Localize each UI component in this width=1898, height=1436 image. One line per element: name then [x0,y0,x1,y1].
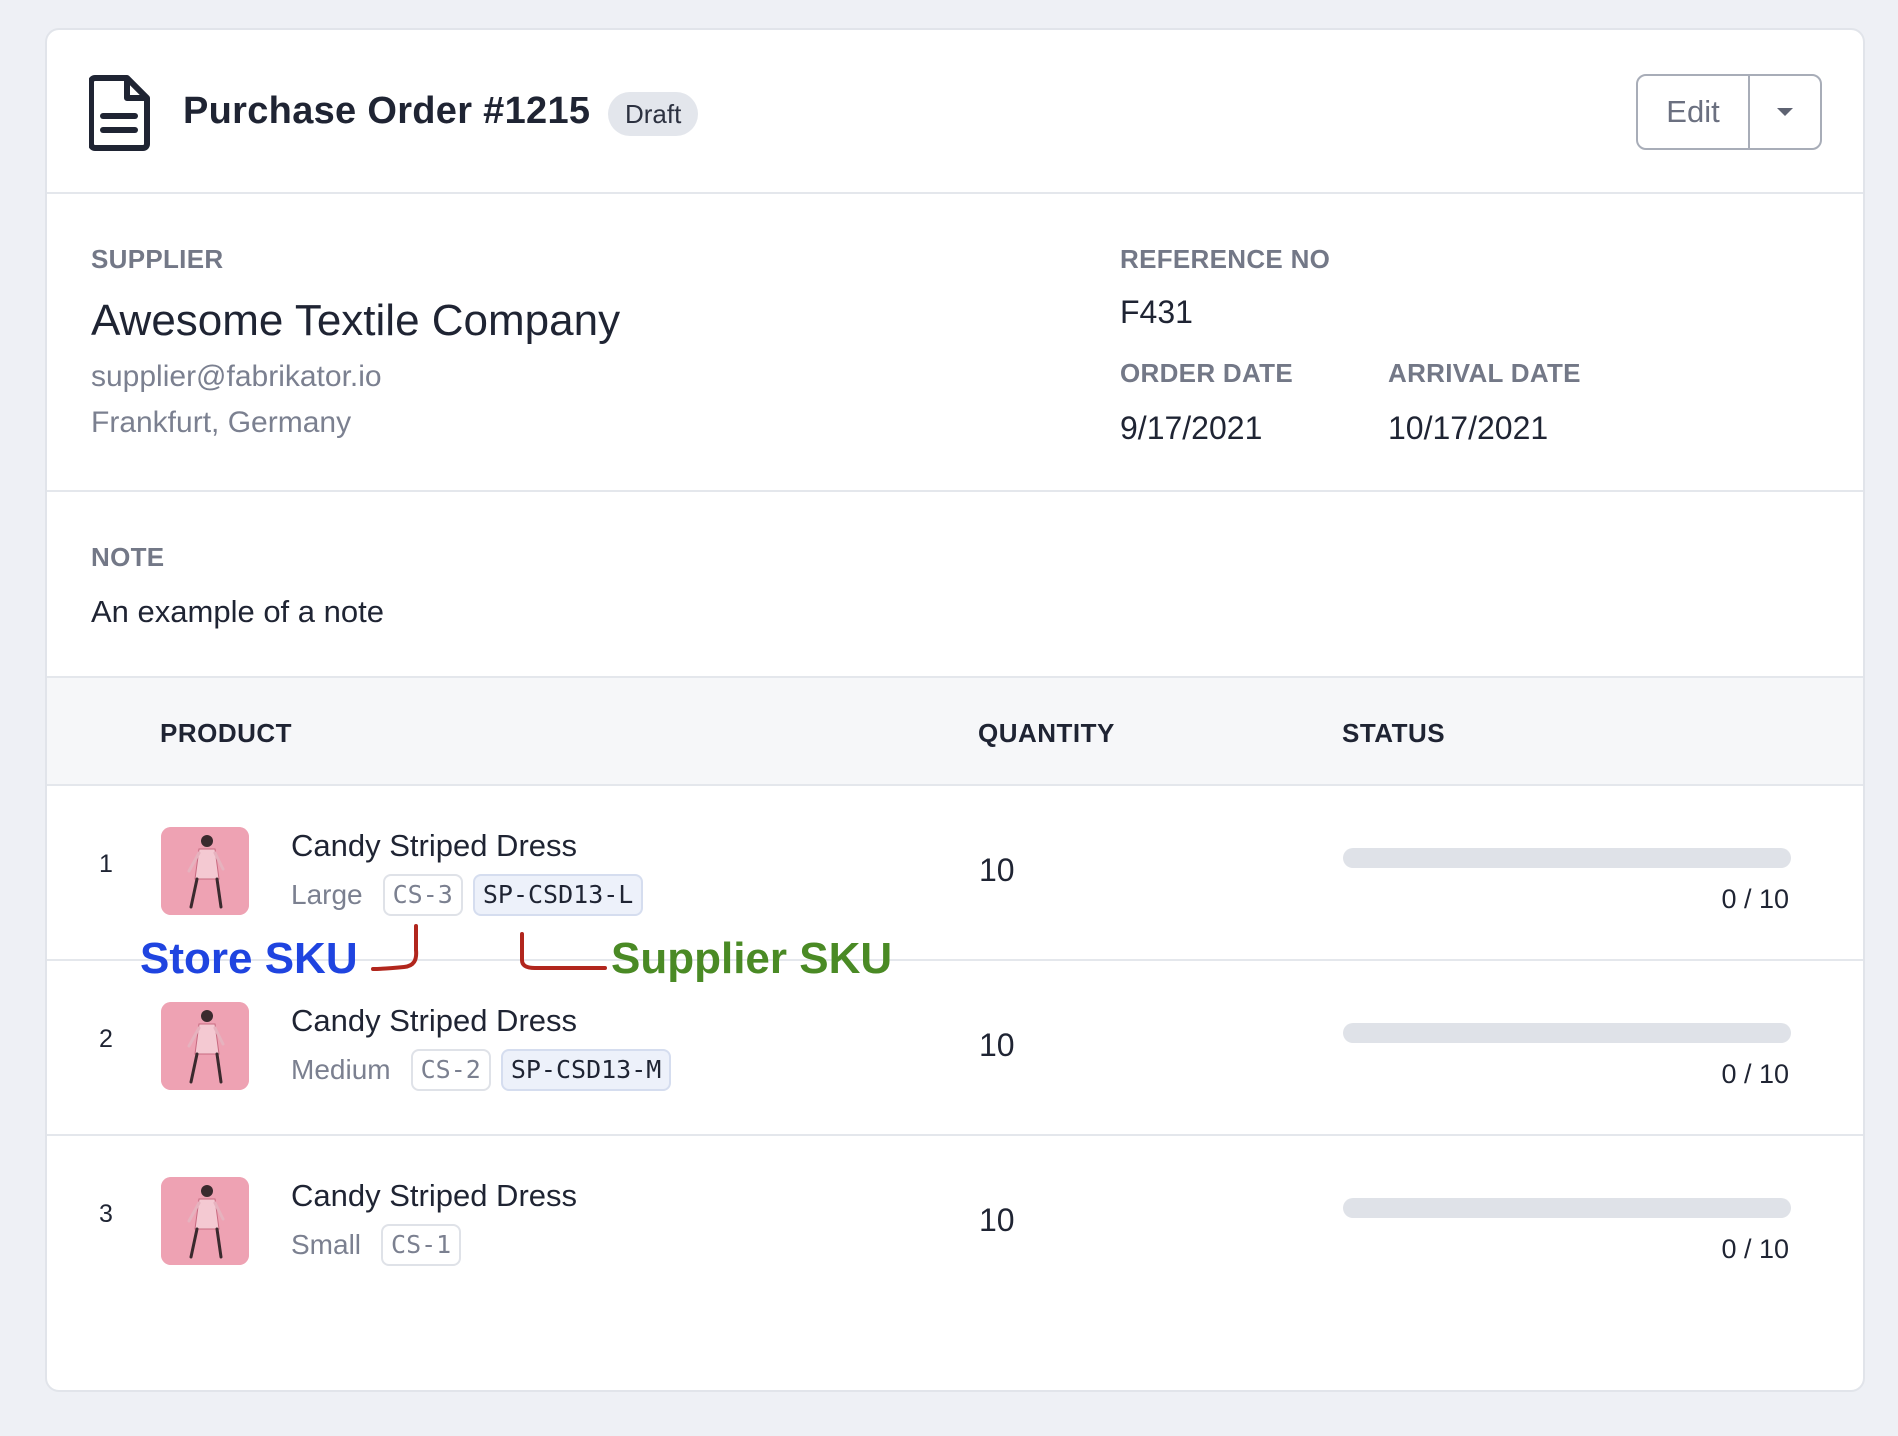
received-count: 0 / 10 [1721,1059,1789,1089]
store-sku-annotation: Store SKU [140,934,358,983]
column-header-quantity: QUANTITY [978,718,1115,748]
edit-button[interactable]: Edit [1638,76,1750,148]
arrival-date-label: ARRIVAL DATE [1388,358,1581,388]
supplier-sku-tag: SP-CSD13-M [500,1049,672,1091]
quantity-value: 10 [979,1202,1015,1238]
note-label: NOTE [91,542,165,572]
received-progress-bar [1343,848,1791,868]
product-image-icon [161,1002,249,1090]
store-sku-tag: CS-3 [382,874,463,916]
product-name: Candy Striped Dress [291,1003,578,1038]
table-row[interactable]: 3 Candy Striped Dress Small CS-1 10 0 / … [47,1136,1863,1311]
edit-dropdown-button[interactable] [1750,76,1820,148]
product-thumbnail[interactable] [161,1002,249,1090]
store-sku-tag: CS-1 [381,1224,462,1266]
row-number: 2 [99,1025,113,1053]
product-meta: Small CS-1 [291,1224,462,1266]
supplier-name: Awesome Textile Company [91,296,621,345]
product-meta: Medium CS-2 SP-CSD13-M [291,1049,672,1091]
supplier-sku-tag: SP-CSD13-L [472,874,644,916]
table-header: PRODUCT QUANTITY STATUS [47,678,1863,786]
caret-down-icon [1777,108,1793,116]
product-meta: Large CS-3 SP-CSD13-L [291,874,644,916]
product-name: Candy Striped Dress [291,1178,578,1213]
edit-button-group: Edit [1636,74,1822,150]
received-count: 0 / 10 [1721,884,1789,914]
column-header-product: PRODUCT [160,718,293,748]
variant-name: Small [291,1229,362,1260]
status-badge: Draft [608,92,699,136]
document-icon [89,75,150,151]
page-title: Purchase Order #1215 [183,90,591,132]
product-image-icon [161,827,249,915]
reference-value: F431 [1120,294,1193,330]
row-number: 3 [99,1200,113,1228]
product-thumbnail[interactable] [161,827,249,915]
supplier-sku-annotation: Supplier SKU [611,934,893,983]
note-text: An example of a note [91,594,384,629]
note-section [47,492,1863,678]
order-date-label: ORDER DATE [1120,358,1293,388]
order-date-value: 9/17/2021 [1120,410,1263,446]
quantity-value: 10 [979,852,1015,888]
store-sku-tag: CS-2 [410,1049,491,1091]
supplier-label: SUPPLIER [91,244,224,274]
order-header: Purchase Order #1215 Draft Edit [47,30,1863,194]
received-progress-bar [1343,1023,1791,1043]
arrival-date-value: 10/17/2021 [1388,410,1549,446]
supplier-email: supplier@fabrikator.io [91,360,382,393]
product-image-icon [161,1177,249,1265]
supplier-location: Frankfurt, Germany [91,406,352,439]
product-name: Candy Striped Dress [291,828,578,863]
product-thumbnail[interactable] [161,1177,249,1265]
received-progress-bar [1343,1198,1791,1218]
variant-name: Medium [291,1054,391,1085]
variant-name: Large [291,879,363,910]
column-header-status: STATUS [1342,718,1446,748]
table-row[interactable]: 2 Candy Striped Dress Medium CS-2 SP-CSD… [47,961,1863,1136]
quantity-value: 10 [979,1027,1015,1063]
received-count: 0 / 10 [1721,1234,1789,1264]
row-number: 1 [99,850,113,878]
reference-label: REFERENCE NO [1120,244,1331,274]
purchase-order-card: Purchase Order #1215 Draft Edit SUPPLIER… [45,28,1865,1392]
